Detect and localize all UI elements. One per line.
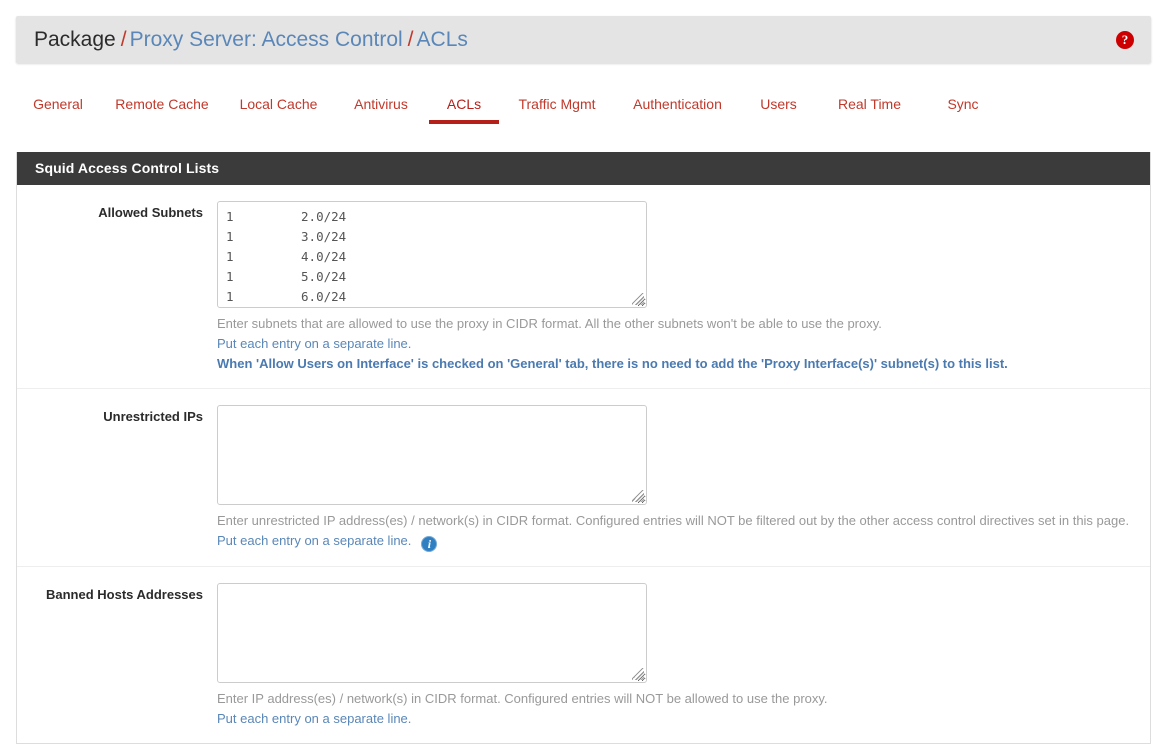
help-line: Enter unrestricted IP address(es) / netw… [217,513,1130,528]
tab-label: Authentication [633,96,722,112]
tab-authentication[interactable]: Authentication [615,88,740,124]
breadcrumb-bar: Package / Proxy Server: Access Control / ACL… [16,16,1151,63]
breadcrumb-separator-2: / [407,28,414,51]
ip-prefix: 1 [226,269,234,284]
ip-prefix: 1 [226,289,234,304]
tab-users[interactable]: Users [740,88,817,124]
ip-suffix: 2.0/24 [301,209,347,224]
breadcrumb-separator-1: / [120,28,127,51]
redacted-octets [233,227,302,247]
tab-acls[interactable]: ACLs [429,88,499,124]
ip-prefix: 1 [226,249,234,264]
banned-hosts-addresses-textarea[interactable] [217,583,647,683]
ip-prefix: 1 [226,209,234,224]
redacted-octets [233,287,302,307]
form-row: Allowed Subnets 1 2.0/24 1 3.0/24 1 4.0/24 1… [17,185,1150,389]
tab-general[interactable]: General [16,88,100,124]
tab-label: Real Time [837,96,902,112]
field-control: Enter IP address(es) / network(s) in CID… [203,583,1150,729]
breadcrumb: Package / Proxy Server: Access Control / ACL… [34,16,468,63]
allowed-subnets-textarea[interactable]: 1 2.0/24 1 3.0/24 1 4.0/24 1 5.0/24 1 6.0/24 [217,201,647,308]
tab-real-time[interactable]: Real Time [817,88,922,124]
tab-bar: General Remote Cache Local Cache Antivirus A… [16,88,1151,128]
ip-suffix: 4.0/24 [301,249,347,264]
tab-label: Remote Cache [115,96,209,112]
redacted-octets [233,207,302,227]
help-line: Enter subnets that are allowed to use th… [217,316,882,331]
ip-suffix: 5.0/24 [301,269,347,284]
help-line: Put each entry on a separate line. [217,336,412,351]
help-text: Enter subnets that are allowed to use th… [217,314,1132,374]
tab-sync[interactable]: Sync [922,88,1004,124]
ip-prefix: 1 [226,229,234,244]
tab-label: Sync [947,96,979,112]
field-control: 1 2.0/24 1 3.0/24 1 4.0/24 1 5.0/24 1 6.0/24… [203,201,1150,374]
ip-suffix: 6.0/24 [301,289,347,304]
help-text: Enter unrestricted IP address(es) / netw… [217,511,1132,552]
unrestricted-ips-textarea[interactable] [217,405,647,505]
tab-label: General [33,96,83,112]
tab-traffic-mgmt[interactable]: Traffic Mgmt [499,88,615,124]
textarea-line: 1 3.0/24 [226,227,638,247]
help-icon[interactable]: ? [1116,30,1134,49]
tab-remote-cache[interactable]: Remote Cache [100,88,224,124]
ip-suffix: 3.0/24 [301,229,347,244]
panel-body: Allowed Subnets 1 2.0/24 1 3.0/24 1 4.0/24 1… [17,185,1150,743]
field-label: Unrestricted IPs [103,409,203,424]
help-line: When 'Allow Users on Interface' is check… [217,356,1008,371]
field-label: Banned Hosts Addresses [45,587,203,602]
panel-title: Squid Access Control Lists [17,152,1150,185]
help-line-with-icon: Put each entry on a separate line. i [217,531,1132,552]
breadcrumb-root: Package [34,28,116,51]
breadcrumb-link-section[interactable]: Proxy Server: Access Control [130,28,403,51]
tab-antivirus[interactable]: Antivirus [333,88,429,124]
help-line: Put each entry on a separate line. [217,533,412,548]
tab-label: Local Cache [239,96,318,112]
textarea-line: 1 5.0/24 [226,267,638,287]
textarea-line: 1 6.0/24 [226,287,638,307]
tab-local-cache[interactable]: Local Cache [224,88,333,124]
tab-label: Antivirus [354,96,408,112]
textarea-line: 1 4.0/24 [226,247,638,267]
form-row: Unrestricted IPs Enter unrestricted IP ad… [17,389,1150,567]
acl-panel: Squid Access Control Lists Allowed Subne… [16,152,1151,744]
tab-label: Users [760,96,797,112]
textarea-line: 1 2.0/24 [226,207,638,227]
breadcrumb-link-page[interactable]: ACLs [417,28,468,51]
redacted-octets [233,267,302,287]
info-icon[interactable]: i [421,536,438,552]
tab-label: ACLs [446,96,482,112]
field-control: Enter unrestricted IP address(es) / netw… [203,405,1150,552]
form-row: Banned Hosts Addresses Enter IP address(e… [17,567,1150,743]
tab-label: Traffic Mgmt [518,96,596,112]
help-line: Enter IP address(es) / network(s) in CID… [217,691,828,706]
help-text: Enter IP address(es) / network(s) in CID… [217,689,1132,729]
field-label: Allowed Subnets [98,205,203,220]
redacted-octets [233,247,302,267]
help-line: Put each entry on a separate line. [217,711,412,726]
